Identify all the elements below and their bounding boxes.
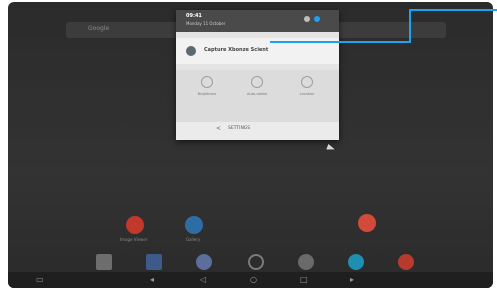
device-frame: Google 09:41 Monday 11 October Capture X… [0, 0, 497, 292]
callout-line [270, 9, 497, 43]
